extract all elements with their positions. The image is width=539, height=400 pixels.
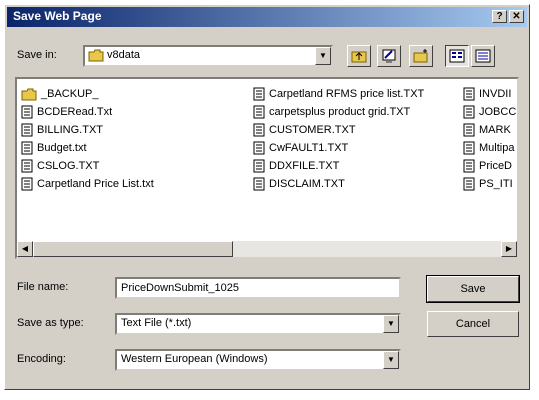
file-name-input[interactable]: PriceDownSubmit_1025 — [115, 277, 401, 299]
list-view-button[interactable] — [445, 45, 469, 67]
folder-icon — [21, 88, 37, 100]
list-item[interactable]: Carpetland Price List.txt — [21, 175, 154, 193]
text-file-icon — [253, 141, 265, 155]
details-view-button[interactable] — [471, 45, 495, 67]
save-as-type-value: Text File (*.txt) — [121, 317, 192, 329]
save-as-type-combo[interactable]: Text File (*.txt) ▼ — [115, 313, 401, 335]
list-item[interactable]: INVDII — [463, 85, 516, 103]
window-title: Save Web Page — [13, 9, 102, 23]
desktop-button[interactable] — [377, 45, 401, 67]
horizontal-scrollbar[interactable]: ◀ ▶ — [17, 241, 517, 257]
save-web-page-dialog: Save Web Page ? ✕ Save in: v8data ▼ _BAC… — [4, 4, 530, 390]
up-one-level-icon — [351, 51, 367, 63]
list-item[interactable]: PriceD — [463, 157, 516, 175]
text-file-icon — [463, 87, 475, 101]
scroll-right-button[interactable]: ▶ — [501, 241, 517, 257]
encoding-value: Western European (Windows) — [121, 353, 268, 365]
list-item[interactable]: DISCLAIM.TXT — [253, 175, 424, 193]
close-button[interactable]: ✕ — [509, 10, 524, 23]
cancel-button-label: Cancel — [455, 318, 491, 330]
up-one-level-button[interactable] — [347, 45, 371, 67]
save-in-value: v8data — [107, 49, 141, 61]
chevron-left-icon: ◀ — [21, 244, 29, 253]
list-item[interactable]: _BACKUP_ — [21, 85, 154, 103]
list-item[interactable]: CUSTOMER.TXT — [253, 121, 424, 139]
encoding-dropdown-arrow[interactable]: ▼ — [383, 351, 399, 369]
desktop-icon — [382, 49, 396, 63]
list-item[interactable]: carpetsplus product grid.TXT — [253, 103, 424, 121]
list-view-icon — [449, 49, 465, 63]
text-file-icon — [253, 105, 265, 119]
cancel-button[interactable]: Cancel — [427, 311, 519, 337]
folder-icon — [88, 49, 104, 62]
save-in-label: Save in: — [17, 49, 57, 61]
list-item[interactable]: JOBCC — [463, 103, 516, 121]
file-name-label: File name: — [17, 281, 69, 293]
save-as-type-dropdown-arrow[interactable]: ▼ — [383, 315, 399, 333]
text-file-icon — [463, 141, 475, 155]
list-item[interactable]: Multipa — [463, 139, 516, 157]
text-file-icon — [21, 159, 33, 173]
scrollbar-thumb[interactable] — [33, 241, 233, 257]
file-list[interactable]: _BACKUP_ BCDERead.Txt BILLING.TXT Budget… — [15, 77, 519, 259]
file-name-value: PriceDownSubmit_1025 — [121, 282, 240, 294]
text-file-icon — [463, 177, 475, 191]
text-file-icon — [253, 159, 265, 173]
scroll-left-button[interactable]: ◀ — [17, 241, 33, 257]
text-file-icon — [21, 141, 33, 155]
file-column-1: _BACKUP_ BCDERead.Txt BILLING.TXT Budget… — [21, 85, 154, 193]
save-in-dropdown-arrow[interactable]: ▼ — [315, 47, 331, 65]
chevron-right-icon: ▶ — [505, 244, 513, 253]
list-item[interactable]: CSLOG.TXT — [21, 157, 154, 175]
save-as-type-label: Save as type: — [17, 317, 84, 329]
list-item[interactable]: MARK — [463, 121, 516, 139]
text-file-icon — [253, 177, 265, 191]
close-icon: ✕ — [512, 11, 521, 22]
new-folder-icon — [413, 49, 428, 63]
text-file-icon — [21, 123, 33, 137]
encoding-combo[interactable]: Western European (Windows) ▼ — [115, 349, 401, 371]
title-bar[interactable]: Save Web Page ? ✕ — [7, 7, 527, 27]
text-file-icon — [463, 105, 475, 119]
encoding-label: Encoding: — [17, 353, 66, 365]
save-button[interactable]: Save — [426, 275, 520, 303]
details-view-icon — [475, 49, 491, 63]
save-button-label: Save — [460, 283, 486, 295]
list-item[interactable]: BILLING.TXT — [21, 121, 154, 139]
list-item[interactable]: Carpetland RFMS price list.TXT — [253, 85, 424, 103]
save-in-combo[interactable]: v8data ▼ — [83, 45, 333, 67]
file-column-3: INVDII JOBCC MARK Multipa PriceD PS_ITI — [463, 85, 516, 193]
file-column-2: Carpetland RFMS price list.TXT carpetspl… — [253, 85, 424, 193]
text-file-icon — [253, 123, 265, 137]
text-file-icon — [463, 123, 475, 137]
list-item[interactable]: DDXFILE.TXT — [253, 157, 424, 175]
help-button[interactable]: ? — [492, 10, 507, 23]
list-item[interactable]: BCDERead.Txt — [21, 103, 154, 121]
text-file-icon — [253, 87, 265, 101]
text-file-icon — [463, 159, 475, 173]
list-item[interactable]: PS_ITI — [463, 175, 516, 193]
list-item[interactable]: CwFAULT1.TXT — [253, 139, 424, 157]
list-item[interactable]: Budget.txt — [21, 139, 154, 157]
text-file-icon — [21, 177, 33, 191]
help-icon: ? — [496, 11, 503, 22]
text-file-icon — [21, 105, 33, 119]
new-folder-button[interactable] — [409, 45, 433, 67]
